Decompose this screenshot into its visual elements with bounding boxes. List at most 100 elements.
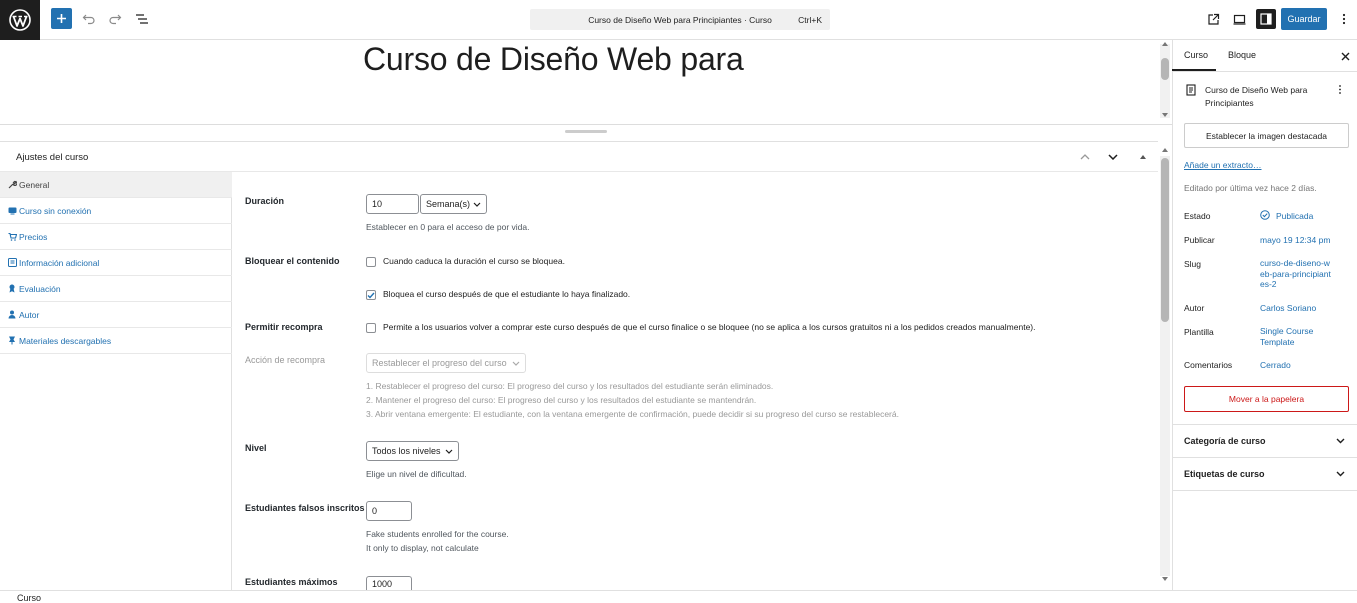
chevron-down-icon (445, 449, 453, 454)
wrench-icon (6, 180, 18, 189)
metabox-scrollbar[interactable] (1160, 156, 1170, 576)
person-icon (6, 310, 18, 319)
block-on-expire-checkbox[interactable] (366, 257, 376, 267)
duration-label: Duración (245, 196, 285, 206)
max-students-input[interactable]: 1000 (366, 576, 412, 590)
fake-students-help-1: Fake students enrolled for the course. (366, 529, 509, 539)
comments-value[interactable]: Cerrado (1260, 360, 1291, 371)
award-icon (6, 284, 18, 293)
status-label: Estado (1184, 211, 1211, 221)
tab-label: Evaluación (19, 283, 61, 294)
command-palette-title: Curso de Diseño Web para Principiantes ·… (588, 14, 772, 25)
repurchase-action-label: Acción de recompra (245, 355, 326, 365)
fake-students-input[interactable]: 0 (366, 501, 412, 521)
repurchase-help-3: 3. Abrir ventana emergente: El estudiant… (366, 409, 899, 419)
block-on-expire-text: Cuando caduca la duración el curso se bl… (383, 256, 565, 266)
view-post-icon[interactable] (1204, 10, 1222, 28)
sidebar-tab-block[interactable]: Bloque (1228, 50, 1256, 60)
settings-tabs: General Curso sin conexión Precios Infor… (0, 172, 232, 592)
metabox-resize-handle[interactable] (565, 130, 607, 133)
repurchase-text: Permite a los usuarios volver a comprar … (383, 322, 1036, 332)
info-icon (6, 258, 18, 267)
close-icon[interactable] (1339, 50, 1351, 62)
tab-label: Materiales descargables (19, 335, 112, 346)
save-button[interactable]: Guardar (1281, 8, 1327, 30)
post-title[interactable]: Curso de Diseño Web para (363, 41, 744, 78)
panel-course-category[interactable]: Categoría de curso (1172, 424, 1357, 457)
chevron-down-icon (473, 202, 481, 207)
panel-course-tags-title: Etiquetas de curso (1184, 469, 1265, 479)
scroll-down-icon[interactable] (1161, 112, 1169, 118)
repurchase-help-2: 2. Mantener el progreso del curso: El pr… (366, 395, 757, 405)
sidebar-header-divider (1172, 71, 1357, 72)
editor-footer: Curso (0, 590, 1357, 603)
post-actions-icon[interactable] (1338, 84, 1344, 96)
editor-scrollbar-thumb[interactable] (1161, 58, 1169, 80)
editor-divider (0, 124, 1172, 125)
move-to-trash-button[interactable]: Mover a la papelera (1184, 386, 1349, 412)
scroll-up-icon[interactable] (1161, 41, 1169, 47)
template-value[interactable]: Single Course Template (1260, 326, 1330, 347)
repurchase-action-value: Restablecer el progreso del curso (372, 358, 507, 368)
chevron-down-icon (1336, 438, 1345, 444)
level-help: Elige un nivel de dificultad. (366, 469, 467, 479)
level-value: Todos los niveles (372, 446, 441, 456)
comments-label: Comentarios (1184, 360, 1233, 370)
command-palette-button[interactable]: Curso de Diseño Web para Principiantes ·… (530, 9, 830, 30)
cart-icon (6, 232, 18, 241)
footer-breadcrumb[interactable]: Curso (17, 593, 41, 603)
duration-input[interactable]: 10 (366, 194, 419, 214)
slug-value[interactable]: curso-de-diseno-web-para-principiantes-2 (1260, 258, 1332, 290)
tab-evaluation[interactable]: Evaluación (0, 276, 232, 302)
preview-device-icon[interactable] (1230, 10, 1248, 28)
tab-author[interactable]: Autor (0, 302, 232, 328)
metabox-title: Ajustes del curso (16, 152, 89, 163)
redo-icon[interactable] (106, 10, 124, 28)
level-select[interactable]: Todos los niveles (366, 441, 459, 461)
repurchase-action-select[interactable]: Restablecer el progreso del curso (366, 353, 526, 373)
scroll-up-icon[interactable] (1161, 147, 1169, 153)
more-options-icon[interactable] (1335, 10, 1353, 28)
tab-downloadable-materials[interactable]: Materiales descargables (0, 328, 232, 354)
chevron-down-icon (1336, 471, 1345, 477)
editor-scrollbar[interactable] (1160, 44, 1170, 118)
block-on-finish-text: Bloquea el curso después de que el estud… (383, 289, 631, 299)
add-excerpt-link[interactable]: Añade un extracto… (1184, 160, 1262, 170)
scroll-down-icon[interactable] (1161, 576, 1169, 582)
duration-unit-value: Semana(s) (426, 199, 471, 209)
slug-label: Slug (1184, 259, 1202, 269)
sidebar-tab-course[interactable]: Curso (1184, 50, 1208, 60)
tab-general[interactable]: General (0, 172, 232, 198)
fake-students-help-2: It only to display, not calculate (366, 543, 479, 553)
status-value[interactable]: Publicada (1276, 211, 1313, 222)
undo-icon[interactable] (80, 10, 98, 28)
panel-course-tags[interactable]: Etiquetas de curso (1172, 457, 1357, 490)
author-value[interactable]: Carlos Soriano (1260, 303, 1316, 314)
repurchase-checkbox[interactable] (366, 323, 376, 333)
tab-offline-course[interactable]: Curso sin conexión (0, 198, 232, 224)
publish-date-value[interactable]: mayo 19 12:34 pm (1260, 235, 1330, 246)
document-overview-icon[interactable] (133, 10, 151, 28)
repurchase-help-1: 1. Restablecer el progreso del curso: El… (366, 381, 774, 391)
settings-sidebar-toggle[interactable] (1256, 9, 1276, 29)
last-edited-text: Editado por última vez hace 2 días. (1184, 183, 1317, 193)
repurchase-label: Permitir recompra (245, 322, 323, 332)
collapse-icon[interactable] (1136, 150, 1150, 164)
command-shortcut: Ctrl+K (798, 14, 822, 25)
published-check-icon (1260, 210, 1270, 220)
tab-prices[interactable]: Precios (0, 224, 232, 250)
metabox-header: Ajustes del curso (0, 142, 1158, 172)
wordpress-logo-icon[interactable] (0, 0, 40, 40)
move-down-icon[interactable] (1106, 150, 1120, 164)
post-document-icon (1186, 84, 1196, 96)
tab-additional-info[interactable]: Información adicional (0, 250, 232, 276)
block-on-finish-checkbox[interactable] (366, 290, 376, 300)
duration-unit-select[interactable]: Semana(s) (420, 194, 487, 214)
author-label: Autor (1184, 303, 1205, 313)
tab-label: Curso sin conexión (19, 205, 92, 216)
move-up-icon[interactable] (1078, 150, 1092, 164)
add-block-button[interactable] (51, 8, 72, 29)
set-featured-image-button[interactable]: Establecer la imagen destacada (1184, 123, 1349, 148)
metabox-scrollbar-thumb[interactable] (1161, 158, 1169, 322)
editor-top-bar: Curso de Diseño Web para Principiantes ·… (0, 0, 1357, 40)
